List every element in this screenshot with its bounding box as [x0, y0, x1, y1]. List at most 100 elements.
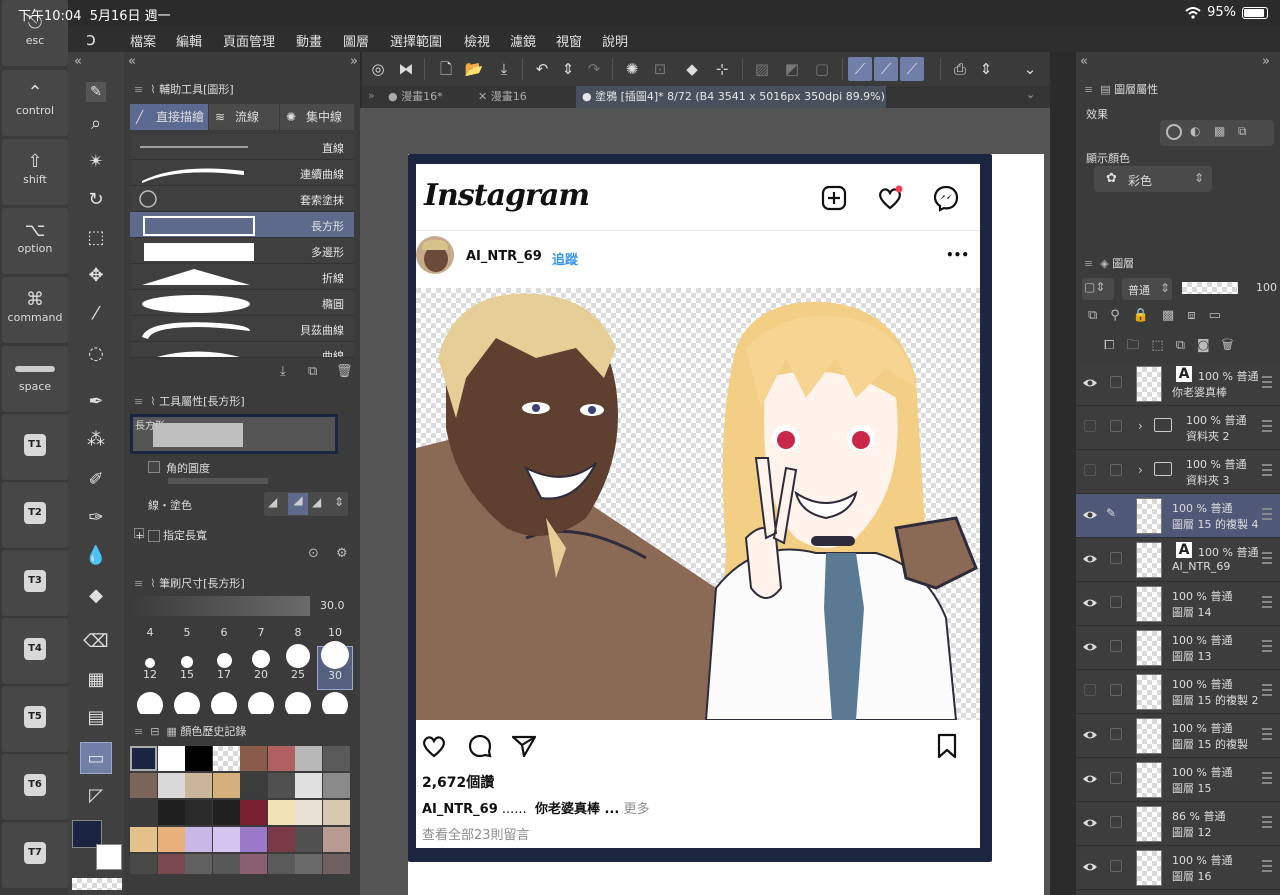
display-color-select[interactable]: ✿ 彩色 ⇕ [1094, 166, 1212, 192]
drag-handle[interactable] [1262, 860, 1272, 872]
avatar[interactable] [416, 236, 454, 274]
ruler-tool-icon[interactable]: ◸ [80, 780, 112, 812]
brush-size-preset[interactable] [206, 692, 242, 714]
tab-doodle[interactable]: ● 塗鴉 [插圖4]* 8/72 (B4 3541 x 5016px 350dp… [576, 86, 886, 108]
key-command[interactable]: ⌘ command [2, 277, 68, 343]
color-history-swatch[interactable] [212, 773, 240, 798]
fill-tool-icon[interactable]: ◆ [80, 580, 112, 612]
color-history-swatch[interactable] [240, 746, 267, 771]
key-t4[interactable]: T4 [2, 618, 68, 684]
menu-item-7[interactable]: 濾鏡 [510, 31, 536, 50]
menu-item-0[interactable]: 檔案 [130, 31, 156, 50]
open-file-icon[interactable]: 📂 [462, 57, 486, 81]
bookmark-icon[interactable] [934, 732, 960, 760]
color-history-swatch[interactable] [212, 827, 240, 852]
color-history-swatch[interactable] [322, 800, 350, 825]
menu-item-1[interactable]: 編輯 [176, 31, 202, 50]
mask-icon[interactable]: ⧈ [1187, 308, 1208, 323]
follow-button[interactable]: 追蹤 [552, 249, 578, 268]
layer-row[interactable]: 100 % 普通 圖層 15 [1076, 758, 1280, 802]
drag-handle[interactable] [1262, 508, 1272, 520]
layer-row[interactable]: 100 % 普通 圖層 13 [1076, 626, 1280, 670]
blend-mode-select[interactable]: 普通 ⇕ [1122, 278, 1172, 300]
color-history-swatch[interactable] [267, 854, 295, 874]
app-icon[interactable]: ◎ [366, 57, 390, 81]
right-expand-icon[interactable]: » [1262, 54, 1270, 69]
color-history-swatch[interactable] [267, 746, 295, 771]
brush-tool-icon[interactable]: ✑ [80, 502, 112, 534]
tab-manga16[interactable]: ✕ 漫畫16 [472, 86, 572, 108]
brush-size-preset[interactable]: 20 [243, 646, 279, 690]
color-history-swatch[interactable] [185, 854, 212, 874]
eye-icon[interactable] [1082, 728, 1098, 742]
color-history-swatch[interactable] [295, 827, 322, 852]
brush-size-preset[interactable] [280, 692, 316, 714]
flip-icon[interactable]: ⧓ [394, 57, 418, 81]
tab-manga16-page[interactable]: ● 漫畫16* 13/16 [382, 86, 468, 125]
key-option[interactable]: ⌥ option [2, 208, 68, 274]
color-history-swatch[interactable] [157, 827, 185, 852]
pen-tab-icon[interactable]: ✎ [86, 82, 106, 102]
undo-icon[interactable]: ↶ [530, 57, 554, 81]
color-history-swatch[interactable] [267, 827, 295, 852]
history-icon[interactable]: ⇕ [556, 57, 580, 81]
chevron-down-icon[interactable]: ⌄ [1018, 57, 1042, 81]
layer-row[interactable]: ›100 % 普通 [1076, 890, 1280, 895]
expand-icon[interactable]: » [350, 54, 358, 69]
color-history-swatch[interactable] [295, 746, 322, 771]
loading-icon[interactable]: ✺ [620, 57, 644, 81]
operation-tool-icon[interactable]: ✴ [80, 146, 112, 178]
menu-item-3[interactable]: 動畫 [296, 31, 322, 50]
color-history-swatch[interactable] [157, 854, 185, 874]
expression-color-select[interactable]: ▢⇕ [1082, 278, 1114, 300]
layer-checkbox[interactable] [1110, 376, 1122, 388]
brush-5[interactable]: 折線 [130, 264, 354, 290]
reset-icon[interactable]: ⊙ [308, 546, 319, 561]
brush-size-preset[interactable]: 4 [132, 622, 168, 644]
eye-icon[interactable] [1082, 508, 1098, 522]
save-icon[interactable]: ⤓ [492, 57, 516, 81]
right-collapse-icon[interactable]: « [1080, 54, 1088, 69]
airbrush-tool-icon[interactable]: ⁂ [80, 424, 112, 456]
color-history-swatch[interactable] [157, 746, 185, 771]
color-history-swatch[interactable] [157, 800, 185, 825]
color-history-swatch[interactable] [212, 746, 240, 771]
tabs-expand-icon[interactable]: » [368, 89, 375, 102]
transparent-color-swatch[interactable] [72, 878, 122, 890]
snap-ruler-icon[interactable]: ⟋ [848, 57, 872, 81]
selection-tool-icon[interactable]: ◌ [80, 338, 112, 370]
lock-transparent-icon[interactable]: ▩ [1162, 308, 1187, 323]
eraser-tool-icon[interactable]: ⌫ [80, 626, 112, 658]
drag-handle[interactable] [1262, 376, 1272, 388]
brush-2[interactable]: 套索塗抹 [130, 186, 354, 212]
brush-0[interactable]: 直線 [130, 134, 354, 160]
post-options-icon[interactable]: ••• [946, 248, 969, 262]
drag-handle[interactable] [1262, 596, 1272, 608]
color-history-swatch[interactable] [322, 854, 350, 874]
color-history-swatch[interactable] [240, 773, 267, 798]
folder-expand-icon[interactable]: › [1138, 419, 1143, 433]
ruler-icon[interactable]: ▭ [1209, 308, 1234, 323]
eye-icon[interactable] [1082, 596, 1098, 610]
drag-handle[interactable] [1262, 816, 1272, 828]
color-history-swatch[interactable] [130, 746, 157, 771]
layer-row[interactable]: 100 % 普通 圖層 16 [1076, 846, 1280, 890]
new-raster-layer-icon[interactable]: ⧠ [1104, 338, 1126, 353]
visibility-toggle[interactable] [1084, 464, 1096, 476]
opacity-slider[interactable] [1182, 282, 1238, 294]
layer-row[interactable]: › 100 % 普通 資料夾 3 [1076, 450, 1280, 494]
color-history-swatch[interactable] [130, 800, 157, 825]
copy-sub-tool-icon[interactable]: ⧉ [308, 364, 317, 379]
frame-tool-icon[interactable]: ▤ [80, 702, 112, 734]
border-effect-icon[interactable] [1166, 124, 1182, 140]
layer-checkbox[interactable] [1110, 860, 1122, 872]
sub-tool-settings-icon[interactable]: ⤓ [280, 364, 286, 379]
brush-size-preset[interactable]: 8 [280, 622, 316, 644]
collapse-left-icon[interactable]: « [74, 54, 82, 69]
transform-icon[interactable]: ⊡ [648, 57, 672, 81]
rotate-tool-icon[interactable]: ↻ [80, 184, 112, 216]
menu-item-5[interactable]: 選擇範圍 [390, 31, 442, 50]
sub-color-swatch[interactable] [96, 844, 122, 870]
layer-row[interactable]: 100 % 普通 圖層 15 的複製 2 [1076, 670, 1280, 714]
brush-4[interactable]: 多邊形 [130, 238, 354, 264]
